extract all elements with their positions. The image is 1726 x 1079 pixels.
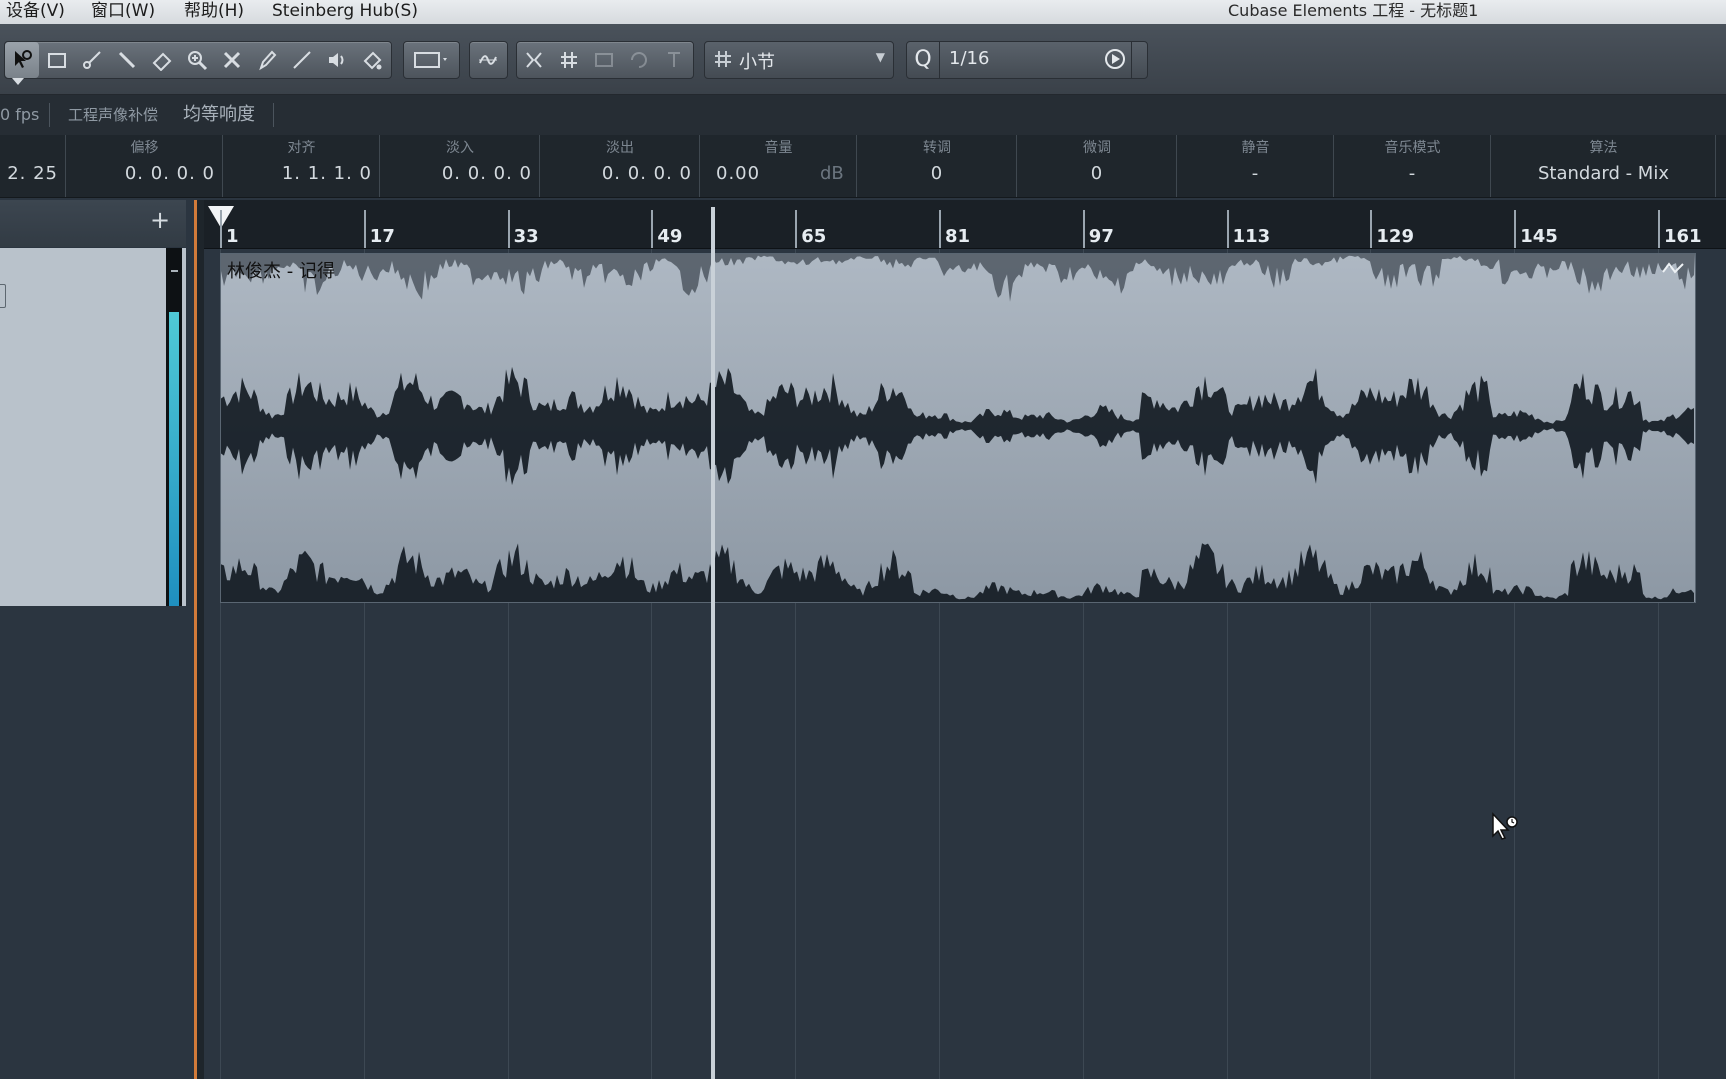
ruler-bar-label: 113 <box>1232 226 1271 247</box>
menu-devices[interactable]: 设备(V) <box>6 0 65 22</box>
param-offset[interactable]: 偏移 0. 0. 0. 0 <box>66 135 223 197</box>
track-level-meter <box>166 248 182 606</box>
audio-event-name: 林俊杰 - 记得 <box>227 261 335 282</box>
toolbar: 小节 ▼ Q 1/16 <box>0 24 1726 95</box>
info-bar: 0 fps 工程声像补偿 均等响度 <box>0 95 1726 135</box>
param-fine-tune[interactable]: 微调 0 <box>1017 135 1177 197</box>
param-position[interactable]: 2. 25 <box>0 135 66 197</box>
tool-dropdown-icon[interactable] <box>12 78 24 85</box>
param-mute[interactable]: 静音 - <box>1177 135 1334 197</box>
ruler-bar-label: 65 <box>801 226 827 247</box>
volume-envelope-icon[interactable] <box>1661 260 1685 276</box>
auto-scroll-group <box>403 41 460 79</box>
ruler-bar-label: 1 <box>226 226 239 247</box>
frame-rate[interactable]: 0 fps <box>0 95 39 135</box>
ruler-bar-label: 145 <box>1520 226 1558 247</box>
divider <box>49 103 50 127</box>
ruler-tick <box>363 210 366 248</box>
mouse-pointer-icon <box>1492 812 1518 840</box>
project-pan-law[interactable]: 工程声像补偿 <box>68 95 158 135</box>
param-fade-in[interactable]: 淡入 0. 0. 0. 0 <box>380 135 540 197</box>
grid-type-select[interactable]: 小节 ▼ <box>704 41 894 79</box>
ruler-tick <box>939 210 941 248</box>
ruler-tick <box>1082 210 1085 248</box>
snap-toggle-icon[interactable] <box>517 42 551 78</box>
snap-events-icon[interactable] <box>587 42 621 78</box>
ruler-tick <box>1370 210 1373 248</box>
project-window[interactable]: 林俊杰 - 记得 <box>204 249 1726 1079</box>
mute-tool-icon[interactable] <box>215 42 249 78</box>
grid-icon <box>712 44 734 79</box>
event-info-line: 2. 25 偏移 0. 0. 0. 0 对齐 1. 1. 1. 0 淡入 0. … <box>0 135 1726 198</box>
param-snap[interactable]: 对齐 1. 1. 1. 0 <box>223 135 380 197</box>
ruler-bar-label: 97 <box>1088 226 1114 247</box>
timeline-ruler[interactable]: 1 17 33 49 65 81 97 113 129 145 161 <box>204 200 1726 249</box>
ruler-tick <box>1226 210 1229 248</box>
audio-waveform <box>221 254 1695 602</box>
ruler-tick <box>1658 210 1660 248</box>
glue-tool-icon[interactable] <box>110 42 144 78</box>
param-musical-mode[interactable]: 音乐模式 - <box>1334 135 1491 197</box>
ruler-bar-label: 81 <box>945 226 971 247</box>
ruler-tick <box>220 210 222 248</box>
grid-type-value: 小节 <box>739 52 775 73</box>
param-volume[interactable]: 音量 0.00 dB <box>700 135 857 197</box>
snap-group <box>469 41 508 79</box>
audio-track-header[interactable] <box>0 248 186 606</box>
ruler-tick <box>507 210 510 248</box>
menu-window[interactable]: 窗口(W) <box>91 0 155 22</box>
grid-snap-icon[interactable] <box>552 42 586 78</box>
ruler-bar-label: 33 <box>513 226 539 247</box>
track-control[interactable] <box>0 284 6 308</box>
quantize-button[interactable]: Q <box>907 42 940 78</box>
quantize-preset-icon[interactable] <box>1103 47 1127 76</box>
ruler-tick <box>651 210 654 248</box>
menu-bar: 设备(V) 窗口(W) 帮助(H) Steinberg Hub(S) Cubas… <box>0 0 1726 24</box>
meter-peak <box>171 270 178 272</box>
ruler-tick <box>795 210 798 248</box>
ruler-tick <box>1514 210 1517 248</box>
track-list: + <box>0 200 194 1079</box>
quantize-select[interactable]: Q 1/16 <box>906 41 1148 79</box>
line-tool-icon[interactable] <box>285 42 319 78</box>
snap-type-group <box>516 41 694 79</box>
param-algorithm[interactable]: 算法 Standard - Mix <box>1491 135 1716 197</box>
erase-tool-icon[interactable] <box>145 42 179 78</box>
ruler-bar-label: 17 <box>369 226 395 247</box>
zoom-tool-icon[interactable] <box>180 42 214 78</box>
track-list-header: + <box>0 200 186 247</box>
meter-level <box>169 312 179 606</box>
volume-unit: dB <box>820 163 844 184</box>
window-title: Cubase Elements 工程 - 无标题1 <box>1228 1 1479 20</box>
playhead-cursor[interactable] <box>711 207 715 1079</box>
window-layout-icon[interactable] <box>408 42 455 78</box>
snap-zero-crossing-icon[interactable] <box>471 42 505 78</box>
shuffle-icon[interactable] <box>622 42 656 78</box>
range-selection-tool-icon[interactable] <box>40 42 74 78</box>
split-tool-icon[interactable] <box>75 42 109 78</box>
magnetic-cursor-icon[interactable] <box>657 42 691 78</box>
color-tool-icon[interactable] <box>355 42 389 78</box>
draw-tool-icon[interactable] <box>250 42 284 78</box>
menu-help[interactable]: 帮助(H) <box>184 0 244 22</box>
param-transpose[interactable]: 转调 0 <box>857 135 1017 197</box>
menu-steinberg-hub[interactable]: Steinberg Hub(S) <box>272 0 418 22</box>
quantize-value: 1/16 <box>949 48 990 69</box>
tool-group <box>4 41 392 79</box>
add-track-button[interactable]: + <box>150 206 170 234</box>
object-selection-tool-icon[interactable] <box>5 42 39 78</box>
equal-loudness[interactable]: 均等响度 <box>183 95 255 135</box>
ruler-bar-label: 161 <box>1664 226 1702 247</box>
play-tool-icon[interactable] <box>320 42 354 78</box>
quantize-settings-button[interactable] <box>1131 42 1147 78</box>
chevron-down-icon: ▼ <box>875 50 885 64</box>
audio-event[interactable]: 林俊杰 - 记得 <box>220 253 1696 603</box>
divider <box>273 103 274 127</box>
ruler-bar-label: 129 <box>1376 226 1414 247</box>
ruler-bar-label: 49 <box>657 226 683 247</box>
param-fade-out[interactable]: 淡出 0. 0. 0. 0 <box>540 135 700 197</box>
